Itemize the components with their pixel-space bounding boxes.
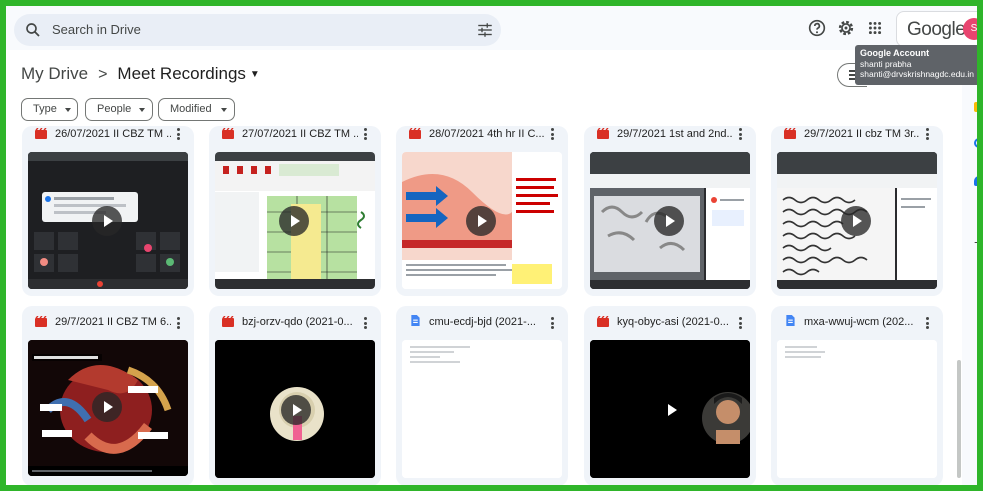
play-icon[interactable] bbox=[92, 392, 122, 422]
video-file-icon bbox=[597, 128, 609, 139]
file-title: 26/07/2021 II CBZ TM ... bbox=[55, 128, 171, 140]
file-grid: 26/07/2021 II CBZ TM ... 27/07/2021 II C… bbox=[6, 126, 961, 486]
account-tooltip: Google Account shanti prabha shanti@drvs… bbox=[855, 45, 983, 85]
tasks-icon[interactable] bbox=[974, 138, 983, 148]
more-options-icon[interactable] bbox=[364, 317, 368, 329]
dropdown-caret-icon bbox=[221, 108, 227, 112]
file-card[interactable]: kyq-obyc-asi (2021-0... bbox=[584, 306, 756, 486]
search-input[interactable]: Search in Drive bbox=[52, 22, 141, 37]
settings-gear-icon[interactable] bbox=[835, 17, 857, 39]
video-file-icon bbox=[409, 128, 421, 139]
file-thumbnail bbox=[777, 340, 937, 478]
tooltip-title: Google Account bbox=[860, 48, 930, 58]
play-icon[interactable] bbox=[466, 206, 496, 236]
more-options-icon[interactable] bbox=[926, 317, 930, 329]
file-thumbnail bbox=[402, 340, 562, 478]
more-options-icon[interactable] bbox=[177, 128, 181, 140]
filter-label: Modified bbox=[170, 103, 212, 115]
folder-menu-caret-icon[interactable]: ▼ bbox=[250, 69, 260, 80]
file-thumbnail bbox=[215, 340, 375, 478]
thumbnail-image bbox=[402, 340, 562, 478]
scrollbar-thumb[interactable] bbox=[957, 360, 961, 478]
video-file-icon bbox=[597, 316, 609, 327]
file-card[interactable]: 29/7/2021 II CBZ TM 6... bbox=[22, 306, 194, 486]
search-icon[interactable] bbox=[24, 21, 42, 39]
type-filter-chip[interactable]: Type bbox=[21, 98, 78, 121]
file-thumbnail bbox=[215, 152, 375, 289]
file-title: mxa-wwuj-wcm (202... bbox=[804, 316, 914, 328]
play-icon[interactable] bbox=[92, 206, 122, 236]
contacts-icon[interactable] bbox=[974, 176, 983, 186]
tooltip-name: shanti prabha bbox=[860, 59, 912, 69]
dropdown-caret-icon bbox=[139, 108, 145, 112]
more-options-icon[interactable] bbox=[926, 128, 930, 140]
search-bar[interactable]: Search in Drive bbox=[14, 14, 501, 46]
file-title: 27/07/2021 II CBZ TM ... bbox=[242, 128, 358, 140]
help-icon[interactable] bbox=[806, 17, 828, 39]
video-file-icon bbox=[222, 316, 234, 327]
filter-label: Type bbox=[33, 103, 57, 115]
file-card[interactable]: cmu-ecdj-bjd (2021-... bbox=[396, 306, 568, 486]
people-filter-chip[interactable]: People bbox=[85, 98, 153, 121]
breadcrumb: My Drive > Meet Recordings ▼ bbox=[21, 64, 260, 88]
video-file-icon bbox=[784, 128, 796, 139]
file-thumbnail bbox=[777, 152, 937, 289]
thumbnail-image bbox=[777, 340, 937, 478]
keep-icon[interactable] bbox=[974, 102, 983, 112]
file-thumbnail bbox=[28, 340, 188, 476]
breadcrumb-my-drive[interactable]: My Drive bbox=[21, 64, 88, 83]
file-title: cmu-ecdj-bjd (2021-... bbox=[429, 316, 536, 328]
top-bar: Search in Drive Google S bbox=[6, 6, 983, 50]
file-thumbnail bbox=[402, 152, 562, 289]
file-thumbnail bbox=[590, 152, 750, 289]
file-title: 29/7/2021 II CBZ TM 6... bbox=[55, 316, 171, 328]
more-options-icon[interactable] bbox=[551, 317, 555, 329]
dropdown-caret-icon bbox=[65, 108, 71, 112]
more-options-icon[interactable] bbox=[739, 317, 743, 329]
modified-filter-chip[interactable]: Modified bbox=[158, 98, 235, 121]
file-title: 28/07/2021 4th hr II C... bbox=[429, 128, 545, 140]
play-icon[interactable] bbox=[281, 395, 311, 425]
more-options-icon[interactable] bbox=[177, 317, 181, 329]
search-options-icon[interactable] bbox=[476, 21, 494, 39]
file-card[interactable]: 28/07/2021 4th hr II C... bbox=[396, 126, 568, 296]
doc-file-icon bbox=[786, 315, 795, 326]
video-file-icon bbox=[35, 316, 47, 327]
file-card[interactable]: 26/07/2021 II CBZ TM ... bbox=[22, 126, 194, 296]
file-title: 29/7/2021 1st and 2nd... bbox=[617, 128, 733, 140]
account-avatar[interactable]: S bbox=[963, 18, 983, 40]
google-logo: Google bbox=[907, 19, 966, 40]
file-title: kyq-obyc-asi (2021-0... bbox=[617, 316, 729, 328]
filter-label: People bbox=[97, 103, 132, 115]
file-thumbnail bbox=[590, 340, 750, 478]
video-file-icon bbox=[222, 128, 234, 139]
apps-grid-icon[interactable] bbox=[864, 17, 886, 39]
more-options-icon[interactable] bbox=[739, 128, 743, 140]
file-title: bzj-orzv-qdo (2021-0... bbox=[242, 316, 353, 328]
play-icon[interactable] bbox=[841, 206, 871, 236]
play-icon[interactable] bbox=[279, 206, 309, 236]
more-options-icon[interactable] bbox=[364, 128, 368, 140]
file-thumbnail bbox=[28, 152, 188, 289]
video-file-icon bbox=[35, 128, 47, 139]
play-icon[interactable] bbox=[654, 206, 684, 236]
file-card[interactable]: 27/07/2021 II CBZ TM ... bbox=[209, 126, 381, 296]
breadcrumb-separator: > bbox=[98, 66, 108, 83]
add-addon-icon[interactable]: + bbox=[974, 234, 982, 250]
file-card[interactable]: bzj-orzv-qdo (2021-0... bbox=[209, 306, 381, 486]
file-card[interactable]: 29/7/2021 II cbz TM 3r... bbox=[771, 126, 943, 296]
breadcrumb-meet-recordings[interactable]: Meet Recordings bbox=[117, 64, 246, 83]
side-panel: + bbox=[962, 50, 983, 486]
play-icon[interactable] bbox=[656, 395, 686, 425]
doc-file-icon bbox=[411, 315, 420, 326]
file-title: 29/7/2021 II cbz TM 3r... bbox=[804, 128, 920, 140]
file-card[interactable]: mxa-wwuj-wcm (202... bbox=[771, 306, 943, 486]
file-card[interactable]: 29/7/2021 1st and 2nd... bbox=[584, 126, 756, 296]
google-account-button[interactable]: Google S bbox=[896, 11, 983, 47]
tooltip-email: shanti@drvskrishnagdc.edu.in bbox=[860, 69, 974, 79]
more-options-icon[interactable] bbox=[551, 128, 555, 140]
